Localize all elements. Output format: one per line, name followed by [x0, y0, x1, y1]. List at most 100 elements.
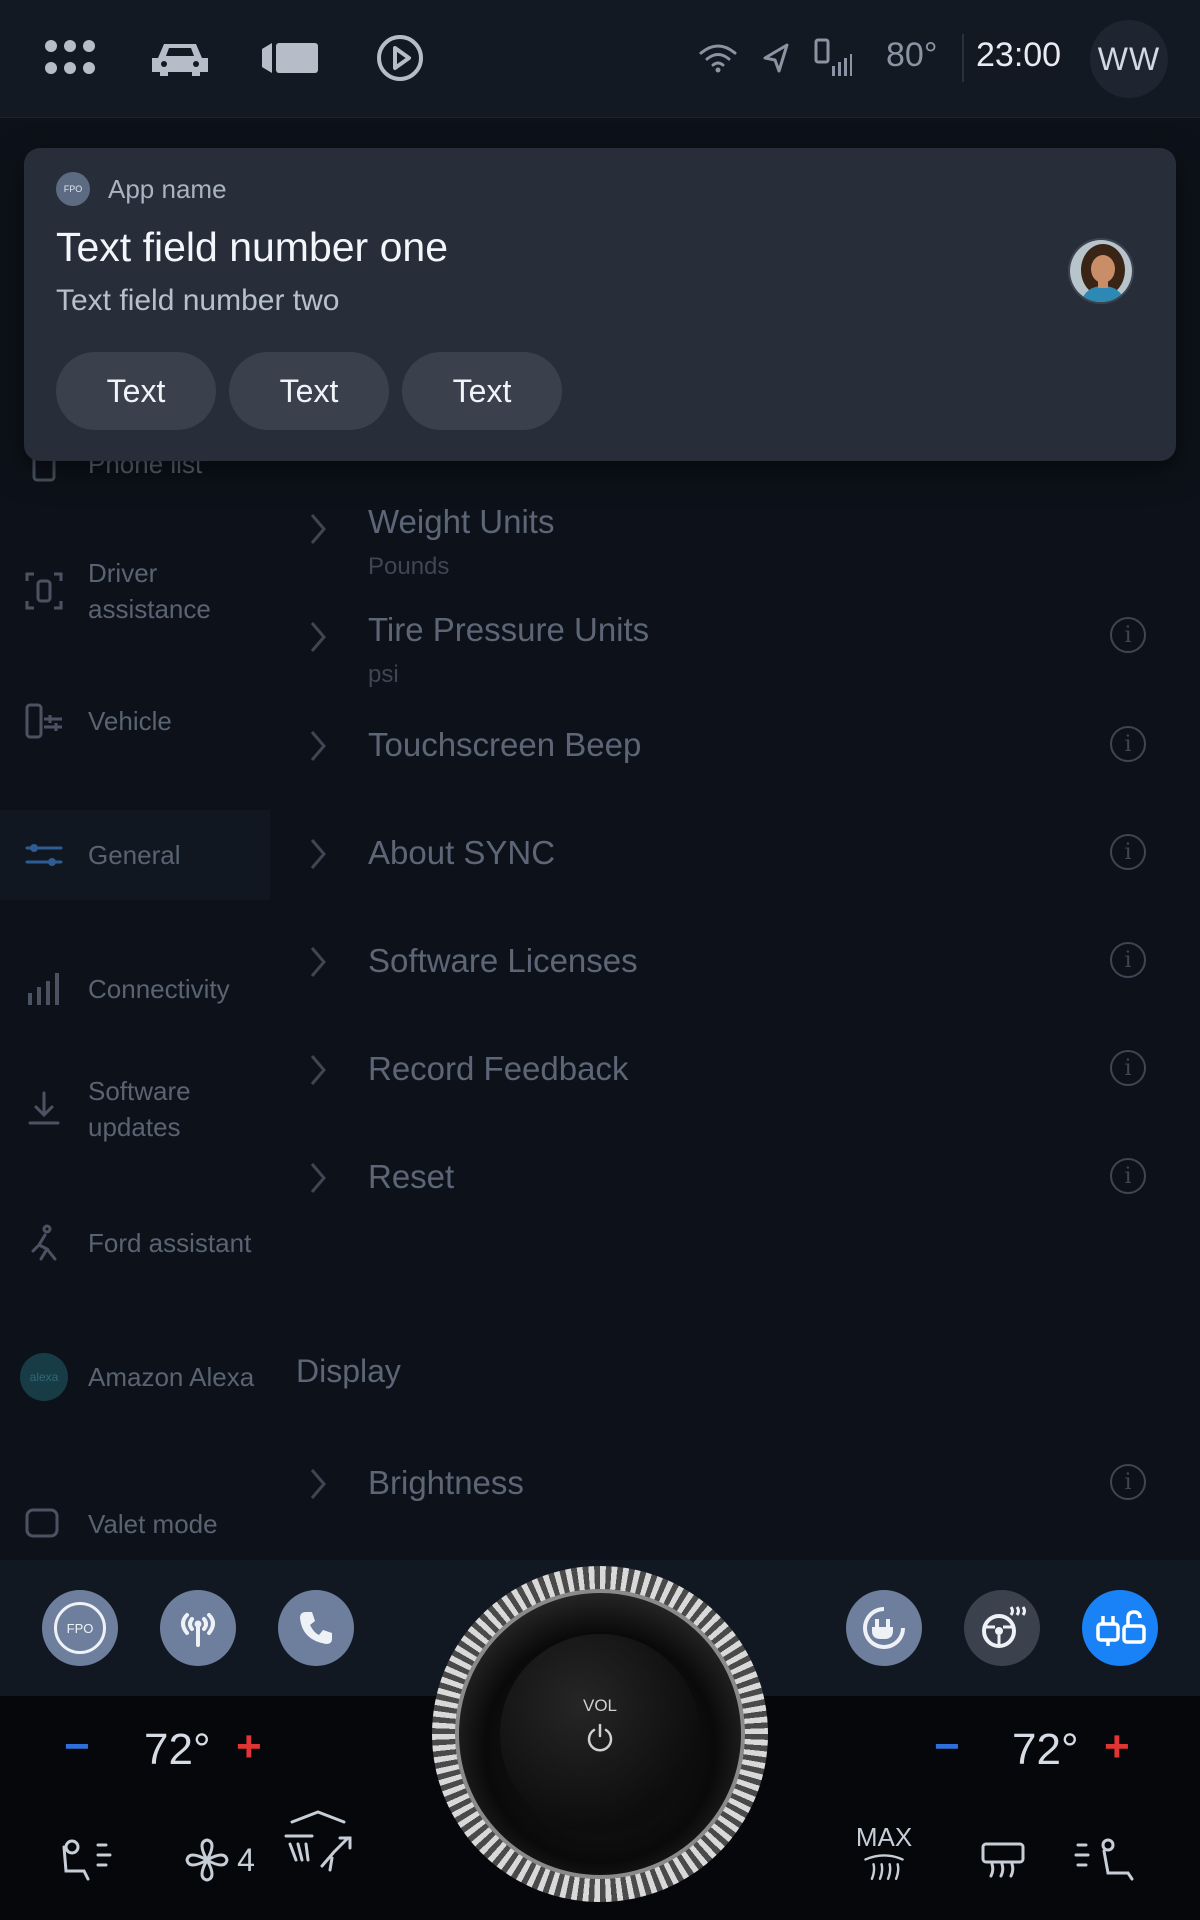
settings-row-reset[interactable]: Reset i — [292, 1128, 1172, 1228]
right-temperature: 72° — [1012, 1725, 1079, 1774]
settings-row-brightness[interactable]: Brightness i — [292, 1434, 1172, 1534]
chevron-right-icon — [310, 731, 326, 761]
settings-row-touchscreen-beep[interactable]: Touchscreen Beep i — [292, 696, 1172, 796]
notification-action-button-1[interactable]: Text — [56, 352, 216, 430]
sliders-icon — [24, 835, 64, 875]
user-avatar[interactable]: WW — [1090, 20, 1168, 98]
chevron-right-icon — [310, 839, 326, 869]
info-icon[interactable]: i — [1110, 942, 1146, 978]
power-icon — [587, 1723, 613, 1752]
left-temperature: 72° — [144, 1725, 211, 1774]
plug-lock-button[interactable] — [1082, 1590, 1158, 1666]
row-title: Reset — [368, 1158, 455, 1195]
sidebar-item-connectivity[interactable]: Connectivity — [0, 944, 270, 1034]
chevron-right-icon — [310, 947, 326, 977]
row-title: Tire Pressure Units — [368, 611, 650, 648]
sidebar-item-label: Connectivity — [88, 974, 230, 1004]
volume-label: VOL — [582, 1696, 618, 1715]
settings-row-weight-units[interactable]: Weight Units Pounds — [292, 479, 1172, 580]
contact-avatar — [1068, 238, 1134, 304]
chevron-right-icon — [310, 622, 326, 652]
fan-speed-button[interactable]: 4 — [174, 1830, 264, 1890]
chevron-right-icon — [310, 1163, 326, 1193]
navigation-arrow-icon — [758, 30, 794, 86]
heated-seat-left-button[interactable] — [56, 1830, 126, 1890]
heated-seat-icon — [1074, 1838, 1134, 1881]
row-value: Pounds — [368, 553, 450, 580]
settings-row-software-licenses[interactable]: Software Licenses i — [292, 912, 1172, 1012]
max-defrost-button[interactable]: MAX — [852, 1822, 916, 1882]
sidebar-item-label: Valet mode — [88, 1509, 218, 1539]
vehicle-icon — [24, 701, 64, 741]
sidebar-item-label: General — [88, 840, 181, 870]
info-icon[interactable]: i — [1110, 1158, 1146, 1194]
settings-row-tire-pressure-units[interactable]: Tire Pressure Units psi i — [292, 587, 1172, 688]
plug-lock-icon — [1096, 1610, 1146, 1646]
info-icon[interactable]: i — [1110, 1050, 1146, 1086]
sidebar-item-driver-assistance[interactable]: Driver assistance — [0, 546, 270, 636]
airflow-mode-button[interactable] — [280, 1810, 360, 1872]
chevron-right-icon — [310, 1469, 326, 1499]
valet-icon — [24, 1504, 64, 1544]
info-icon[interactable]: i — [1110, 1464, 1146, 1500]
car-icon[interactable] — [148, 30, 212, 86]
notification-subtitle: Text field number two — [56, 284, 340, 317]
info-icon[interactable]: i — [1110, 617, 1146, 653]
sidebar-item-vehicle[interactable]: Vehicle — [0, 676, 270, 766]
row-title: About SYNC — [368, 834, 556, 871]
fan-speed-value: 4 — [237, 1841, 255, 1878]
info-icon[interactable]: i — [1110, 726, 1146, 762]
fpo-icon: FPO — [54, 1602, 106, 1654]
chevron-right-icon — [310, 514, 326, 544]
phone-icon — [300, 1612, 332, 1644]
heated-steering-button[interactable] — [964, 1590, 1040, 1666]
ev-plug-icon — [863, 1607, 905, 1649]
settings-row-about-sync[interactable]: About SYNC i — [292, 804, 1172, 904]
notification-card[interactable]: FPO App name Text field number one Text … — [24, 148, 1176, 461]
row-title: Weight Units — [368, 503, 555, 540]
section-title-display: Display — [296, 1353, 401, 1389]
sidebar-item-valet-mode[interactable]: Valet mode — [0, 1504, 270, 1544]
play-icon[interactable] — [372, 30, 428, 86]
notification-action-button-2[interactable]: Text — [229, 352, 389, 430]
assistant-icon — [24, 1223, 64, 1263]
rear-defrost-button[interactable] — [976, 1830, 1030, 1890]
settings-row-record-feedback[interactable]: Record Feedback i — [292, 1020, 1172, 1120]
left-temp-decrease-button[interactable]: − — [64, 1722, 90, 1772]
rear-defrost-icon — [981, 1842, 1025, 1878]
sidebar-item-label: Vehicle — [88, 706, 172, 736]
heated-seat-icon — [62, 1839, 112, 1881]
volume-knob[interactable]: VOL — [432, 1566, 768, 1902]
sidebar-item-software-updates[interactable]: Software updates — [0, 1064, 270, 1154]
heated-steering-wheel-icon — [982, 1606, 1026, 1648]
info-icon[interactable]: i — [1110, 834, 1146, 870]
sidebar-item-label: Ford assistant — [88, 1228, 252, 1258]
notification-action-button-3[interactable]: Text — [402, 352, 562, 430]
app-grid-icon[interactable] — [40, 30, 100, 86]
right-temp-increase-button[interactable]: + — [1104, 1722, 1130, 1772]
wifi-icon — [696, 30, 740, 86]
left-temp-increase-button[interactable]: + — [236, 1722, 262, 1772]
phone-signal-icon — [810, 30, 854, 86]
radio-button[interactable] — [160, 1590, 236, 1666]
airflow-icon — [284, 1810, 352, 1872]
driver-assistance-icon — [24, 571, 64, 611]
app-icon: FPO — [56, 172, 90, 206]
sidebar-item-ford-assistant[interactable]: Ford assistant — [0, 1198, 270, 1288]
fpo-button[interactable]: FPO — [42, 1590, 118, 1666]
knob-face: VOL — [500, 1634, 700, 1834]
clock: 23:00 — [976, 36, 1062, 74]
sidebar-item-amazon-alexa[interactable]: alexa Amazon Alexa — [0, 1332, 270, 1422]
right-temp-decrease-button[interactable]: − — [934, 1722, 960, 1772]
notification-app-name: App name — [108, 174, 227, 204]
outside-temperature: 80° — [886, 36, 938, 74]
charging-button[interactable] — [846, 1590, 922, 1666]
row-title: Software Licenses — [368, 942, 638, 979]
divider — [962, 34, 964, 82]
media-screen-icon[interactable] — [258, 30, 322, 86]
download-icon — [24, 1089, 64, 1129]
heated-seat-right-button[interactable] — [1072, 1830, 1142, 1890]
sidebar-item-general[interactable]: General — [0, 810, 270, 900]
notification-title: Text field number one — [56, 224, 449, 270]
phone-button[interactable] — [278, 1590, 354, 1666]
